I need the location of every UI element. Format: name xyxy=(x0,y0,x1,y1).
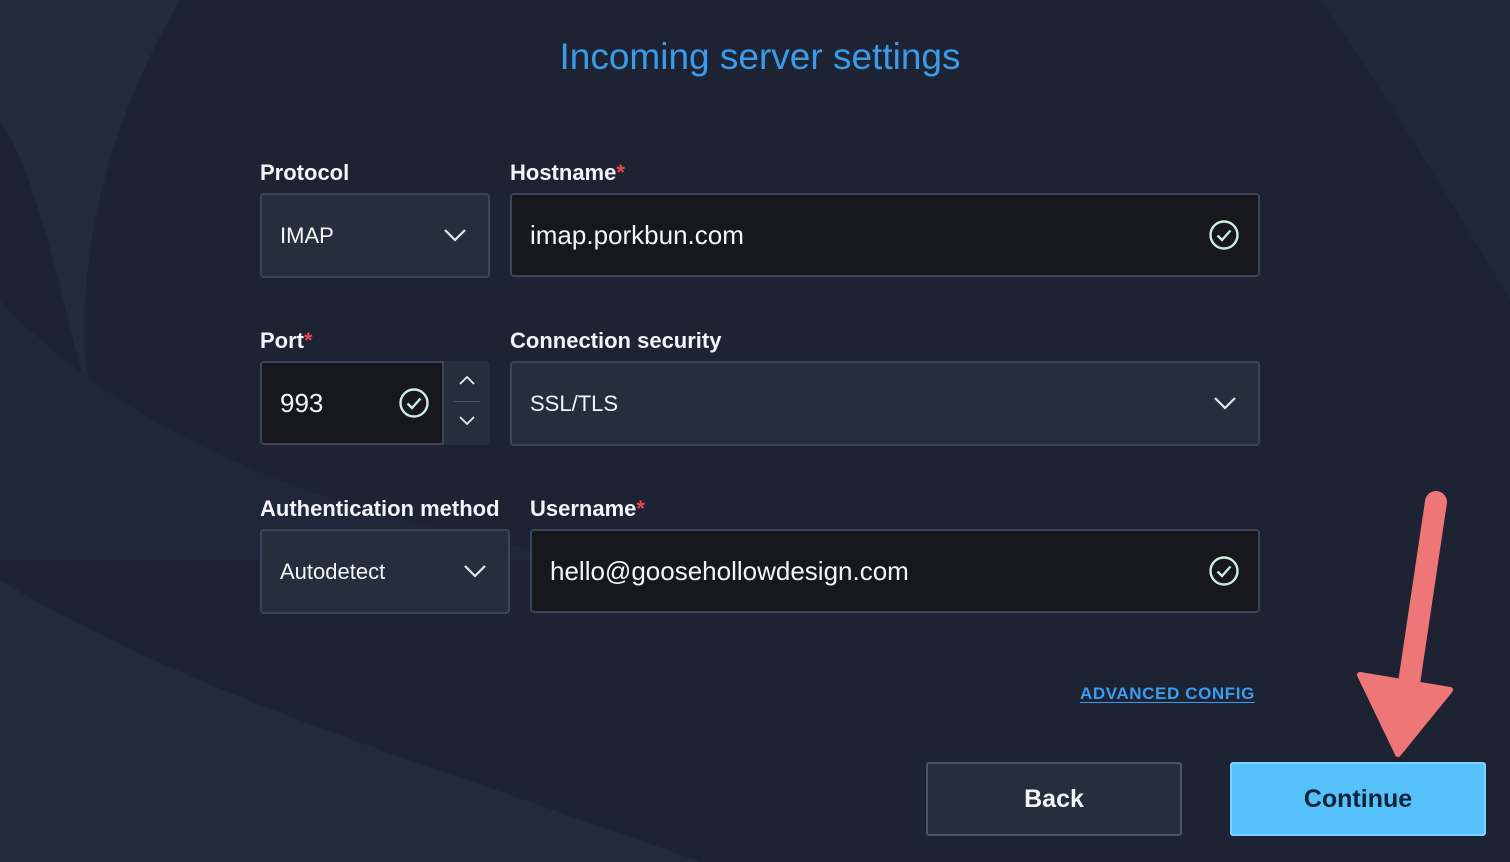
hostname-label: Hostname* xyxy=(510,160,625,186)
required-marker: * xyxy=(304,328,313,353)
port-label: Port* xyxy=(260,328,313,354)
hostname-value: imap.porkbun.com xyxy=(530,219,744,250)
protocol-label: Protocol xyxy=(260,160,349,186)
connection-security-select[interactable]: SSL/TLS xyxy=(510,361,1260,446)
connection-security-label: Connection security xyxy=(510,328,721,354)
username-label: Username* xyxy=(530,496,645,522)
check-circle-icon xyxy=(1209,220,1239,250)
auth-method-label-text: Authentication method xyxy=(260,496,500,521)
port-increment-button[interactable] xyxy=(444,361,490,402)
chevron-down-icon xyxy=(1214,397,1236,410)
hostname-label-text: Hostname xyxy=(510,160,617,185)
connection-security-label-text: Connection security xyxy=(510,328,722,353)
hostname-input[interactable]: imap.porkbun.com xyxy=(510,193,1260,277)
back-button[interactable]: Back xyxy=(926,762,1182,836)
port-decrement-button[interactable] xyxy=(444,402,490,443)
page-title: Incoming server settings xyxy=(559,36,961,77)
protocol-value: IMAP xyxy=(280,222,334,248)
port-label-text: Port xyxy=(260,328,304,353)
port-stepper[interactable] xyxy=(442,361,490,445)
protocol-select[interactable]: IMAP xyxy=(260,193,490,278)
chevron-down-icon xyxy=(444,229,466,242)
username-value: hello@goosehollowdesign.com xyxy=(550,555,909,586)
auth-method-select[interactable]: Autodetect xyxy=(260,529,510,614)
arrow-down-icon xyxy=(1357,491,1453,757)
connection-security-value: SSL/TLS xyxy=(530,390,619,416)
required-marker: * xyxy=(636,496,645,521)
port-input[interactable]: 993 xyxy=(260,361,490,445)
required-marker: * xyxy=(616,160,625,185)
check-circle-icon xyxy=(1209,556,1239,586)
protocol-label-text: Protocol xyxy=(260,160,350,185)
continue-button[interactable]: Continue xyxy=(1230,762,1486,836)
port-value: 993 xyxy=(280,387,324,418)
check-circle-icon xyxy=(399,388,429,418)
chevron-up-icon xyxy=(459,375,475,385)
auth-method-value: Autodetect xyxy=(280,558,386,584)
chevron-down-icon xyxy=(464,565,486,578)
chevron-down-icon xyxy=(459,416,475,426)
username-input[interactable]: hello@goosehollowdesign.com xyxy=(530,529,1260,613)
auth-method-label: Authentication method xyxy=(260,496,500,522)
username-label-text: Username xyxy=(530,496,637,521)
advanced-config-link[interactable]: ADVANCED CONFIG xyxy=(1080,684,1255,704)
